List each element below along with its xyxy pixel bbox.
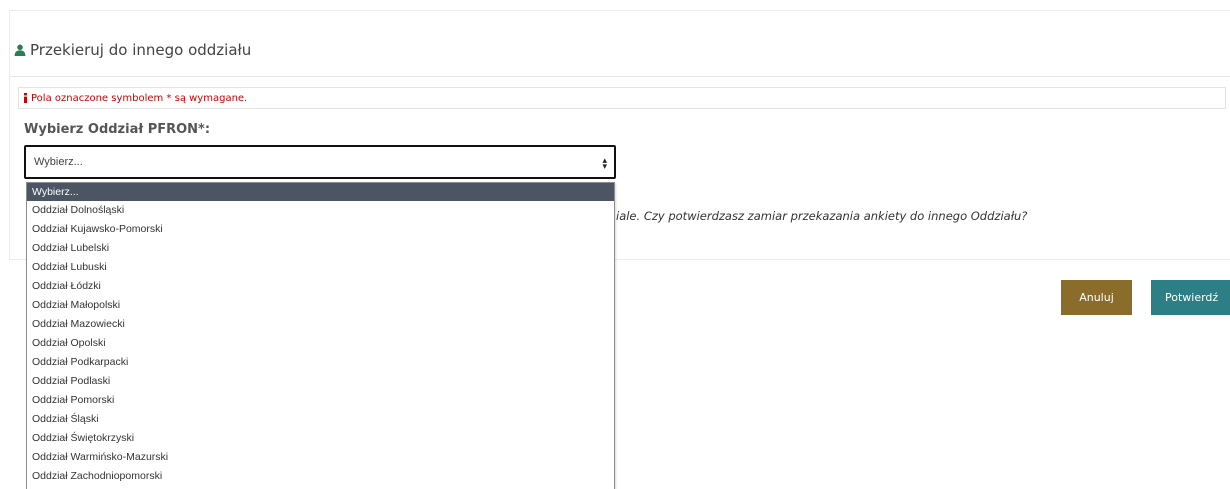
dropdown-option[interactable]: Oddział Pomorski xyxy=(27,391,614,410)
info-icon xyxy=(24,93,27,103)
dropdown-option[interactable]: Oddział Świętokrzyski xyxy=(27,429,614,448)
page-title: Przekieruj do innego oddziału xyxy=(30,41,252,59)
dropdown-option[interactable]: Oddział Małopolski xyxy=(27,296,614,315)
dropdown-option[interactable]: Oddział Śląski xyxy=(27,410,614,429)
confirm-button[interactable]: Potwierdź xyxy=(1151,280,1230,315)
required-fields-notice: Pola oznaczone symbolem * są wymagane. xyxy=(18,87,1226,109)
dropdown-option[interactable]: Oddział Dolnośląski xyxy=(27,201,614,220)
branch-field-label: Wybierz Oddział PFRON*: xyxy=(24,122,211,137)
confirmation-text: iale. Czy potwierdzasz zamiar przekazani… xyxy=(616,209,1028,223)
dropdown-option[interactable]: Oddział Podkarpacki xyxy=(27,353,614,372)
dropdown-option[interactable]: Oddział Opolski xyxy=(27,334,614,353)
notice-text: Pola oznaczone symbolem * są wymagane. xyxy=(31,92,248,104)
dropdown-option[interactable]: Wybierz... xyxy=(27,183,614,201)
title-row: Przekieruj do innego oddziału xyxy=(14,41,251,59)
dropdown-option[interactable]: Oddział Lubuski xyxy=(27,258,614,277)
dropdown-option[interactable]: Oddział Mazowiecki xyxy=(27,315,614,334)
branch-select[interactable]: Wybierz... ▴ ▾ xyxy=(24,145,616,179)
cancel-button[interactable]: Anuluj xyxy=(1061,280,1132,315)
dropdown-option[interactable]: Oddział Lubelski xyxy=(27,239,614,258)
select-value: Wybierz... xyxy=(34,156,83,168)
dropdown-option[interactable]: Oddział Zachodniopomorski xyxy=(27,467,614,486)
dropdown-option[interactable]: Oddział Warmińsko-Mazurski xyxy=(27,448,614,467)
sort-arrows-icon: ▴ ▾ xyxy=(602,155,607,171)
user-icon xyxy=(14,44,26,56)
dropdown-option[interactable]: Oddział Podlaski xyxy=(27,372,614,391)
panel-header: Przekieruj do innego oddziału xyxy=(10,11,1230,77)
dropdown-option[interactable]: Oddział Łódzki xyxy=(27,277,614,296)
branch-dropdown-list: Wybierz... Oddział Dolnośląski Oddział K… xyxy=(26,182,615,489)
dropdown-option[interactable]: Oddział Kujawsko-Pomorski xyxy=(27,220,614,239)
